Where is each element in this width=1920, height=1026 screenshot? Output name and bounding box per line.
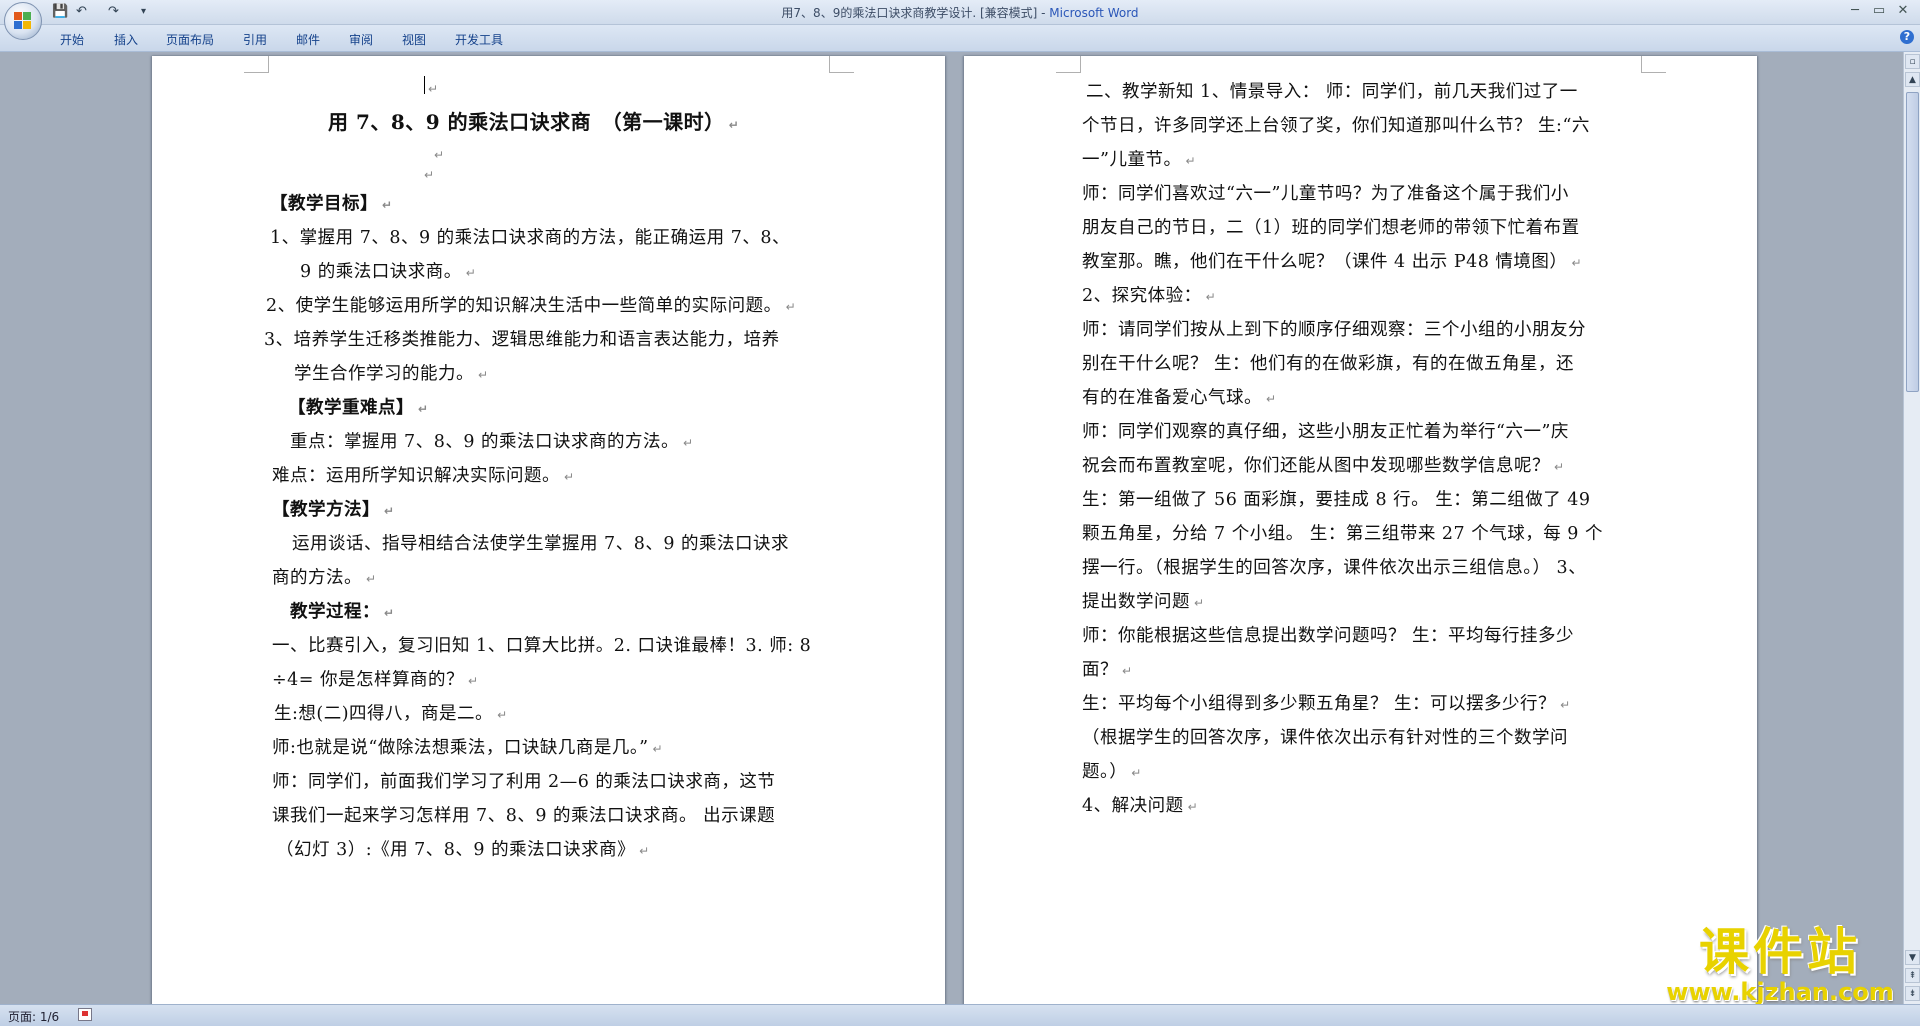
next-page-icon[interactable]: ⇟ [1905,986,1920,1001]
section-heading: 【教学方法】 ↵ [272,500,395,520]
tab-references[interactable]: 引用 [243,31,267,48]
section-heading: 【教学目标】 ↵ [270,194,393,214]
body-line: 2、探究体验： ↵ [1082,286,1217,306]
body-line: 一、比赛引入，复习旧知 1、口算大比拼。2. 口诀谁最棒！3. 师: 8 [272,636,812,656]
paragraph-mark: ↵ [434,148,445,162]
maximize-button[interactable]: ▭ [1868,2,1890,20]
body-line: 二、教学新知 1、情景导入： 师：同学们，前几天我们过了一 [1086,82,1578,102]
title-bar: 💾 ↶ ↷ ▾ 用7、8、9的乘法口诀求商教学设计. [兼容模式] - Micr… [0,0,1920,25]
tab-review[interactable]: 审阅 [349,31,373,48]
status-page-count[interactable]: 页面: 1/6 [8,1008,59,1025]
ruler-toggle-icon[interactable]: ▫ [1905,54,1920,69]
body-line: 个节日，许多同学还上台领了奖，你们知道那叫什么节？ 生:“六 [1082,116,1590,136]
body-line: 教室那。瞧，他们在干什么呢？（课件 4 出示 P48 情境图） ↵ [1082,252,1582,272]
scroll-down-icon[interactable]: ▼ [1905,950,1920,965]
ribbon-tab-bar: 开始 插入 页面布局 引用 邮件 审阅 视图 开发工具 ? [0,25,1920,52]
body-line: 师:也就是说“做除法想乘法，口诀缺几商是几。” ↵ [272,738,664,758]
body-line: 3、培养学生迁移类推能力、逻辑思维能力和语言表达能力，培养 [264,330,780,350]
document-page-left[interactable]: ↵ 用 7、8、9 的乘法口诀求商 （第一课时） ↵ ↵ ↵ 【教学目标】 ↵ 1、… [152,56,945,1004]
document-title: 用7、8、9的乘法口诀求商教学设计. [兼容模式] - [781,6,1050,20]
body-line: 师：请同学们按从上到下的顺序仔细观察：三个小组的小朋友分 [1082,320,1586,340]
tab-mailings[interactable]: 邮件 [296,31,320,48]
body-line: 师：同学们观察的真仔细，这些小朋友正忙着为举行“六一”庆 [1082,422,1569,442]
tab-developer[interactable]: 开发工具 [455,31,503,48]
body-line: 一”儿童节。 ↵ [1082,150,1197,170]
body-line: 师：同学们喜欢过“六一”儿童节吗？为了准备这个属于我们小 [1082,184,1569,204]
vertical-scrollbar[interactable]: ▫ ▲ ▼ ⇞ ⇟ [1903,52,1920,1004]
margin-corner-mark [829,56,854,73]
body-line: （幻灯 3）:《用 7、8、9 的乘法口诀求商》 ↵ [276,840,650,860]
body-line: 重点：掌握用 7、8、9 的乘法口诀求商的方法。 ↵ [290,432,694,452]
body-line: 4、解决问题 ↵ [1082,796,1199,816]
window-title: 用7、8、9的乘法口诀求商教学设计. [兼容模式] - Microsoft Wo… [0,4,1920,21]
watermark-logo: 课件站 www.kjzhan.com [1660,925,1900,1005]
office-button[interactable] [4,2,42,40]
body-line: 难点：运用所学知识解决实际问题。 ↵ [272,466,575,486]
previous-page-icon[interactable]: ⇞ [1905,968,1920,983]
margin-corner-mark [1056,56,1081,73]
minimize-button[interactable]: ─ [1844,2,1866,20]
proofing-icon[interactable] [78,1008,92,1021]
section-heading: 教学过程： ↵ [290,602,395,622]
body-line: 学生合作学习的能力。 ↵ [294,364,489,384]
tab-view[interactable]: 视图 [402,31,426,48]
body-line: 运用谈话、指导相结合法使学生掌握用 7、8、9 的乘法口诀求 [292,534,790,554]
body-line: 2、使学生能够运用所学的知识解决生活中一些简单的实际问题。 ↵ [266,296,797,316]
body-line: 生：第一组做了 56 面彩旗，要挂成 8 行。 生：第二组做了 49 [1082,490,1591,510]
tab-home[interactable]: 开始 [60,31,84,48]
section-heading: 【教学重难点】 ↵ [288,398,429,418]
body-line: （根据学生的回答次序，课件依次出示有针对性的三个数学问 [1082,728,1568,748]
margin-corner-mark [1641,56,1666,73]
app-name: Microsoft Word [1049,6,1139,20]
status-bar: 页面: 1/6 [0,1004,1920,1026]
help-icon[interactable]: ? [1900,30,1914,44]
scrollbar-thumb[interactable] [1906,92,1919,392]
body-line: 题。） ↵ [1082,762,1142,782]
body-line: 商的方法。 ↵ [272,568,377,588]
document-title-line: 用 7、8、9 的乘法口诀求商 （第一课时） ↵ [328,110,740,134]
body-line: 课我们一起来学习怎样用 7、8、9 的乘法口诀求商。 出示课题 [272,806,776,826]
close-button[interactable]: ✕ [1892,2,1914,20]
margin-corner-mark [244,56,269,73]
body-line: 别在干什么呢？ 生：他们有的在做彩旗，有的在做五角星，还 [1082,354,1575,374]
document-area[interactable]: ↵ 用 7、8、9 的乘法口诀求商 （第一课时） ↵ ↵ ↵ 【教学目标】 ↵ 1、… [0,52,1903,1004]
body-line: 1、掌握用 7、8、9 的乘法口诀求商的方法，能正确运用 7、8、 [270,228,790,248]
body-line: 摆一行。（根据学生的回答次序，课件依次出示三组信息。） 3、 [1082,558,1587,578]
body-line: 生：平均每个小组得到多少颗五角星？ 生：可以摆多少行？ ↵ [1082,694,1571,714]
body-line: 颗五角星，分给 7 个小组。 生：第三组带来 27 个气球，每 9 个 [1082,524,1603,544]
document-page-right[interactable]: 二、教学新知 1、情景导入： 师：同学们，前几天我们过了一 个节日，许多同学还上… [964,56,1757,1004]
body-line: 生:想(二)四得八，商是二。 ↵ [274,704,508,724]
body-line: 面？ ↵ [1082,660,1133,680]
tab-page-layout[interactable]: 页面布局 [166,31,214,48]
watermark-url: www.kjzhan.com [1666,978,1894,1006]
body-line: 朋友自己的节日，二（1）班的同学们想老师的带领下忙着布置 [1082,218,1580,238]
body-line: ÷4= 你是怎样算商的？ ↵ [272,670,479,690]
scroll-up-icon[interactable]: ▲ [1905,72,1920,87]
office-logo-icon [14,12,32,30]
tab-insert[interactable]: 插入 [114,31,138,48]
body-line: 提出数学问题 ↵ [1082,592,1205,612]
watermark-text: 课件站 [1699,923,1861,981]
body-line: 祝会而布置教室呢，你们还能从图中发现哪些数学信息呢？ ↵ [1082,456,1565,476]
body-line: 9 的乘法口诀求商。 ↵ [300,262,477,282]
paragraph-mark: ↵ [424,168,435,182]
body-line: 师：同学们，前面我们学习了利用 2—6 的乘法口诀求商，这节 [272,772,776,792]
paragraph-mark: ↵ [428,82,439,96]
body-line: 师：你能根据这些信息提出数学问题吗？ 生：平均每行挂多少 [1082,626,1575,646]
body-line: 有的在准备爱心气球。 ↵ [1082,388,1277,408]
